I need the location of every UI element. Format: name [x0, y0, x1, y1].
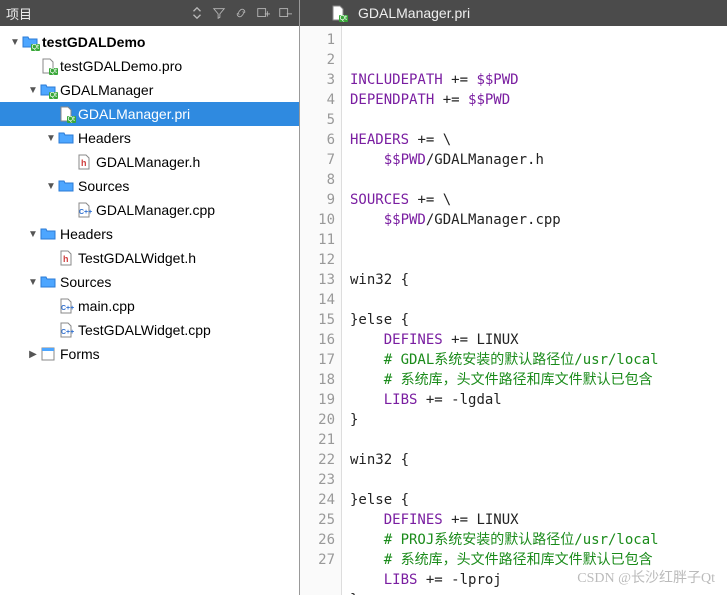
source-area[interactable]: INCLUDEPATH += $$PWDDEPENDPATH += $$PWD …: [342, 26, 727, 595]
tree-item-headers2[interactable]: ▼ Headers: [0, 222, 299, 246]
folderqt-icon: Qt: [22, 34, 38, 50]
tree-label: GDALManager.h: [96, 154, 200, 170]
tree-label: GDALManager.cpp: [96, 202, 215, 218]
tree-item-testWidgetCpp[interactable]: C++ TestGDALWidget.cpp: [0, 318, 299, 342]
tree-item-gdalManagerCpp[interactable]: C++ GDALManager.cpp: [0, 198, 299, 222]
tree-item-mainCpp[interactable]: C++ main.cpp: [0, 294, 299, 318]
tree-item-proFile[interactable]: QttestGDALDemo.pro: [0, 54, 299, 78]
folder-icon: [40, 226, 56, 242]
tree-label: TestGDALWidget.cpp: [78, 322, 211, 338]
code-line[interactable]: DEPENDPATH += $$PWD: [350, 90, 727, 110]
tree-label: GDALManager: [60, 82, 153, 98]
expand-arrow[interactable]: ▼: [26, 85, 40, 96]
tree-item-testWidgetH[interactable]: h TestGDALWidget.h: [0, 246, 299, 270]
pro-icon: Qt: [40, 58, 56, 74]
code-editor[interactable]: 1234567891011121314151617181920212223242…: [300, 26, 727, 595]
tree-label: Forms: [60, 346, 100, 362]
editor-titlebar: Qt GDALManager.pri: [300, 0, 727, 26]
expand-arrow[interactable]: ▼: [26, 277, 40, 288]
tree-item-gdalManagerH[interactable]: h GDALManager.h: [0, 150, 299, 174]
tree-label: GDALManager.pri: [78, 106, 190, 122]
project-titlebar: 项目: [0, 0, 299, 26]
h-icon: h: [76, 154, 92, 170]
h-icon: h: [58, 250, 74, 266]
cpp-icon: C++: [76, 202, 92, 218]
tree-label: Headers: [78, 130, 131, 146]
code-line[interactable]: HEADERS += \: [350, 130, 727, 150]
expand-arrow[interactable]: ▼: [44, 133, 58, 144]
tree-label: Sources: [60, 274, 111, 290]
code-line[interactable]: }else {: [350, 310, 727, 330]
code-line[interactable]: win32 {: [350, 450, 727, 470]
filter-icon[interactable]: [211, 5, 227, 21]
code-line[interactable]: $$PWD/GDALManager.cpp: [350, 210, 727, 230]
tree-label: testGDALDemo: [42, 34, 145, 50]
code-line[interactable]: }: [350, 410, 727, 430]
tree-label: main.cpp: [78, 298, 135, 314]
code-line[interactable]: }else {: [350, 490, 727, 510]
code-line[interactable]: [350, 250, 727, 270]
link-icon[interactable]: [233, 5, 249, 21]
code-line[interactable]: # 系统库，头文件路径和库文件默认已包含: [350, 370, 727, 390]
tree-item-root[interactable]: ▼QttestGDALDemo: [0, 30, 299, 54]
code-line[interactable]: [350, 230, 727, 250]
tree-label: TestGDALWidget.h: [78, 250, 196, 266]
svg-text:h: h: [81, 158, 87, 168]
code-line[interactable]: [350, 170, 727, 190]
svg-text:C++: C++: [79, 209, 92, 216]
tree-label: testGDALDemo.pro: [60, 58, 182, 74]
project-title: 项目: [6, 4, 32, 23]
code-line[interactable]: SOURCES += \: [350, 190, 727, 210]
add-pane-icon[interactable]: [255, 5, 271, 21]
code-line[interactable]: [350, 290, 727, 310]
pro-icon: Qt: [58, 106, 74, 122]
updown-icon[interactable]: [189, 5, 205, 21]
tree-item-sources1[interactable]: ▼ Sources: [0, 174, 299, 198]
code-line[interactable]: DEFINES += LINUX: [350, 330, 727, 350]
project-panel: 项目 ▼QttestGDALDemoQttestGDALDemo.pro▼QtG…: [0, 0, 300, 595]
code-line[interactable]: INCLUDEPATH += $$PWD: [350, 70, 727, 90]
tree-item-gdalManagerPri[interactable]: QtGDALManager.pri: [0, 102, 299, 126]
file-icon: Qt: [330, 5, 346, 21]
code-line[interactable]: # 系统库，头文件路径和库文件默认已包含: [350, 550, 727, 570]
expand-arrow[interactable]: ▼: [26, 229, 40, 240]
code-line[interactable]: }: [350, 590, 727, 595]
remove-pane-icon[interactable]: [277, 5, 293, 21]
cpp-icon: C++: [58, 298, 74, 314]
cpp-icon: C++: [58, 322, 74, 338]
folder-icon: [58, 130, 74, 146]
folder-icon: [40, 274, 56, 290]
form-icon: [40, 346, 56, 362]
folderqt-icon: Qt: [40, 82, 56, 98]
expand-arrow[interactable]: ▼: [8, 37, 22, 48]
project-tree[interactable]: ▼QttestGDALDemoQttestGDALDemo.pro▼QtGDAL…: [0, 26, 299, 595]
svg-text:C++: C++: [61, 305, 74, 312]
folder-icon: [58, 178, 74, 194]
code-line[interactable]: win32 {: [350, 270, 727, 290]
code-line[interactable]: # GDAL系统安装的默认路径位/usr/local: [350, 350, 727, 370]
code-line[interactable]: [350, 470, 727, 490]
editor-filename: GDALManager.pri: [358, 5, 470, 21]
tree-item-gdalManager[interactable]: ▼QtGDALManager: [0, 78, 299, 102]
code-line[interactable]: $$PWD/GDALManager.h: [350, 150, 727, 170]
tree-item-sources2[interactable]: ▼ Sources: [0, 270, 299, 294]
code-line[interactable]: LIBS += -lgdal: [350, 390, 727, 410]
editor-panel: Qt GDALManager.pri 123456789101112131415…: [300, 0, 727, 595]
code-line[interactable]: [350, 110, 727, 130]
tree-label: Sources: [78, 178, 129, 194]
svg-text:C++: C++: [61, 329, 74, 336]
expand-arrow[interactable]: ▼: [44, 181, 58, 192]
watermark: CSDN @长沙红胖子Qt: [577, 569, 715, 589]
tree-item-headers1[interactable]: ▼ Headers: [0, 126, 299, 150]
svg-text:h: h: [63, 254, 69, 264]
tree-item-forms[interactable]: ▶ Forms: [0, 342, 299, 366]
code-line[interactable]: [350, 430, 727, 450]
code-line[interactable]: # PROJ系统安装的默认路径位/usr/local: [350, 530, 727, 550]
code-line[interactable]: DEFINES += LINUX: [350, 510, 727, 530]
line-gutter: 1234567891011121314151617181920212223242…: [300, 26, 342, 595]
expand-arrow[interactable]: ▶: [26, 349, 40, 360]
tree-label: Headers: [60, 226, 113, 242]
